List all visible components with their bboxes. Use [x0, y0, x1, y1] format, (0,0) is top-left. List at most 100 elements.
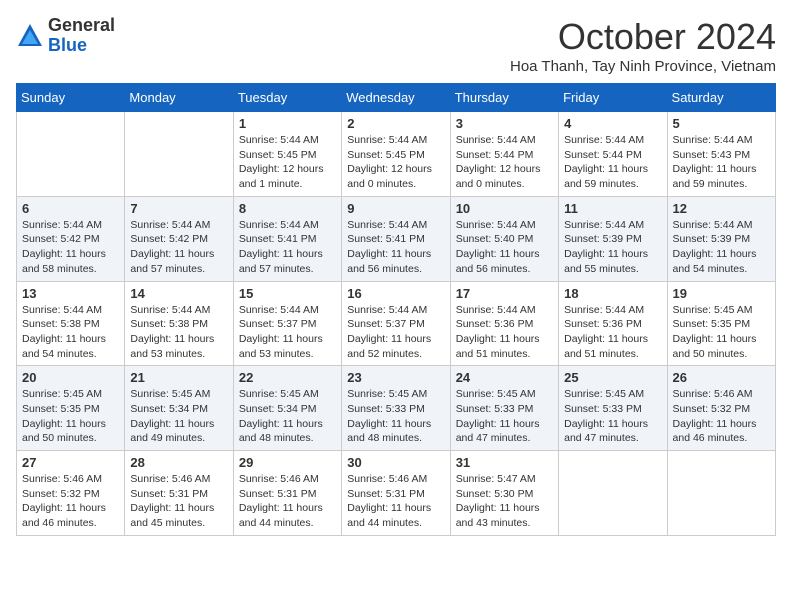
day-number: 17 — [456, 286, 553, 301]
calendar-cell: 22Sunrise: 5:45 AM Sunset: 5:34 PM Dayli… — [233, 366, 341, 451]
weekday-header-sunday: Sunday — [17, 84, 125, 112]
calendar-cell: 28 Sunrise: 5:46 AM Sunset: 5:31 PM Dayli… — [125, 451, 233, 536]
day-number: 30 — [347, 455, 444, 470]
calendar-cell: 18Sunrise: 5:44 AM Sunset: 5:36 PM Dayli… — [559, 281, 667, 366]
day-info: Sunrise: 5:44 AM Sunset: 5:37 PM Dayligh… — [239, 303, 336, 362]
day-number: 14 — [130, 286, 227, 301]
day-info: Sunrise: 5:44 AM Sunset: 5:36 PM Dayligh… — [564, 303, 661, 362]
month-title: October 2024 — [510, 16, 776, 58]
day-number: 22 — [239, 370, 336, 385]
calendar-cell: 29Sunrise: 5:46 AM Sunset: 5:31 PM Dayli… — [233, 451, 341, 536]
day-number: 27 — [22, 455, 119, 470]
calendar-table: SundayMondayTuesdayWednesdayThursdayFrid… — [16, 83, 776, 536]
day-info: Sunrise: 5:45 AM Sunset: 5:33 PM Dayligh… — [347, 387, 444, 446]
calendar-week-2: 6 Sunrise: 5:44 AM Sunset: 5:42 PM Daylig… — [17, 196, 776, 281]
day-number: 29 — [239, 455, 336, 470]
logo-general-text: General — [48, 15, 115, 35]
day-info: Sunrise: 5:46 AM Sunset: 5:31 PM Dayligh… — [130, 472, 227, 531]
day-number: 15 — [239, 286, 336, 301]
day-info: Sunrise: 5:44 AM Sunset: 5:44 PM Dayligh… — [456, 133, 553, 192]
day-number: 9 — [347, 201, 444, 216]
logo-icon — [16, 22, 44, 50]
calendar-cell — [667, 451, 775, 536]
day-info: Sunrise: 5:44 AM Sunset: 5:38 PM Dayligh… — [130, 303, 227, 362]
calendar-body: 1 Sunrise: 5:44 AM Sunset: 5:45 PM Daylig… — [17, 112, 776, 536]
calendar-cell: 31 Sunrise: 5:47 AM Sunset: 5:30 PM Dayli… — [450, 451, 558, 536]
calendar-cell: 23Sunrise: 5:45 AM Sunset: 5:33 PM Dayli… — [342, 366, 450, 451]
day-info: Sunrise: 5:45 AM Sunset: 5:33 PM Dayligh… — [564, 387, 661, 446]
weekday-header-monday: Monday — [125, 84, 233, 112]
logo: General Blue — [16, 16, 115, 56]
calendar-cell: 20Sunrise: 5:45 AM Sunset: 5:35 PM Dayli… — [17, 366, 125, 451]
calendar-cell: 10 Sunrise: 5:44 AM Sunset: 5:40 PM Dayli… — [450, 196, 558, 281]
day-number: 4 — [564, 116, 661, 131]
logo-blue-text: Blue — [48, 35, 87, 55]
day-info: Sunrise: 5:44 AM Sunset: 5:41 PM Dayligh… — [239, 218, 336, 277]
title-block: October 2024 Hoa Thanh, Tay Ninh Provinc… — [510, 16, 776, 75]
day-number: 28 — [130, 455, 227, 470]
day-info: Sunrise: 5:44 AM Sunset: 5:40 PM Dayligh… — [456, 218, 553, 277]
calendar-week-5: 27Sunrise: 5:46 AM Sunset: 5:32 PM Dayli… — [17, 451, 776, 536]
day-number: 19 — [673, 286, 770, 301]
day-number: 31 — [456, 455, 553, 470]
calendar-cell: 5Sunrise: 5:44 AM Sunset: 5:43 PM Daylig… — [667, 112, 775, 197]
day-number: 3 — [456, 116, 553, 131]
day-info: Sunrise: 5:45 AM Sunset: 5:33 PM Dayligh… — [456, 387, 553, 446]
day-info: Sunrise: 5:44 AM Sunset: 5:44 PM Dayligh… — [564, 133, 661, 192]
weekday-header-wednesday: Wednesday — [342, 84, 450, 112]
day-number: 8 — [239, 201, 336, 216]
weekday-header-friday: Friday — [559, 84, 667, 112]
day-number: 12 — [673, 201, 770, 216]
calendar-cell: 24 Sunrise: 5:45 AM Sunset: 5:33 PM Dayli… — [450, 366, 558, 451]
calendar-week-3: 13 Sunrise: 5:44 AM Sunset: 5:38 PM Dayli… — [17, 281, 776, 366]
calendar-cell: 21 Sunrise: 5:45 AM Sunset: 5:34 PM Dayli… — [125, 366, 233, 451]
weekday-header-saturday: Saturday — [667, 84, 775, 112]
day-info: Sunrise: 5:44 AM Sunset: 5:45 PM Dayligh… — [239, 133, 336, 192]
calendar-cell: 27Sunrise: 5:46 AM Sunset: 5:32 PM Dayli… — [17, 451, 125, 536]
logo-text: General Blue — [48, 16, 115, 56]
day-number: 13 — [22, 286, 119, 301]
day-number: 10 — [456, 201, 553, 216]
day-info: Sunrise: 5:45 AM Sunset: 5:35 PM Dayligh… — [673, 303, 770, 362]
day-info: Sunrise: 5:44 AM Sunset: 5:41 PM Dayligh… — [347, 218, 444, 277]
day-info: Sunrise: 5:46 AM Sunset: 5:32 PM Dayligh… — [673, 387, 770, 446]
calendar-cell: 19 Sunrise: 5:45 AM Sunset: 5:35 PM Dayli… — [667, 281, 775, 366]
calendar-cell: 7Sunrise: 5:44 AM Sunset: 5:42 PM Daylig… — [125, 196, 233, 281]
calendar-cell: 6 Sunrise: 5:44 AM Sunset: 5:42 PM Daylig… — [17, 196, 125, 281]
day-number: 6 — [22, 201, 119, 216]
day-number: 11 — [564, 201, 661, 216]
calendar-cell: 15 Sunrise: 5:44 AM Sunset: 5:37 PM Dayli… — [233, 281, 341, 366]
day-info: Sunrise: 5:44 AM Sunset: 5:45 PM Dayligh… — [347, 133, 444, 192]
calendar-cell: 25Sunrise: 5:45 AM Sunset: 5:33 PM Dayli… — [559, 366, 667, 451]
calendar-cell — [17, 112, 125, 197]
day-number: 20 — [22, 370, 119, 385]
calendar-cell: 4 Sunrise: 5:44 AM Sunset: 5:44 PM Daylig… — [559, 112, 667, 197]
day-info: Sunrise: 5:45 AM Sunset: 5:34 PM Dayligh… — [130, 387, 227, 446]
day-number: 1 — [239, 116, 336, 131]
day-info: Sunrise: 5:46 AM Sunset: 5:31 PM Dayligh… — [347, 472, 444, 531]
day-number: 26 — [673, 370, 770, 385]
day-info: Sunrise: 5:44 AM Sunset: 5:42 PM Dayligh… — [22, 218, 119, 277]
calendar-cell — [125, 112, 233, 197]
calendar-header: SundayMondayTuesdayWednesdayThursdayFrid… — [17, 84, 776, 112]
calendar-cell: 14 Sunrise: 5:44 AM Sunset: 5:38 PM Dayli… — [125, 281, 233, 366]
weekday-header-thursday: Thursday — [450, 84, 558, 112]
weekday-header-tuesday: Tuesday — [233, 84, 341, 112]
day-info: Sunrise: 5:44 AM Sunset: 5:37 PM Dayligh… — [347, 303, 444, 362]
calendar-cell — [559, 451, 667, 536]
day-number: 21 — [130, 370, 227, 385]
calendar-week-1: 1 Sunrise: 5:44 AM Sunset: 5:45 PM Daylig… — [17, 112, 776, 197]
page-header: General Blue October 2024 Hoa Thanh, Tay… — [16, 16, 776, 75]
calendar-cell: 1 Sunrise: 5:44 AM Sunset: 5:45 PM Daylig… — [233, 112, 341, 197]
day-info: Sunrise: 5:47 AM Sunset: 5:30 PM Dayligh… — [456, 472, 553, 531]
day-info: Sunrise: 5:44 AM Sunset: 5:38 PM Dayligh… — [22, 303, 119, 362]
calendar-cell: 30 Sunrise: 5:46 AM Sunset: 5:31 PM Dayli… — [342, 451, 450, 536]
calendar-cell: 12Sunrise: 5:44 AM Sunset: 5:39 PM Dayli… — [667, 196, 775, 281]
calendar-cell: 2Sunrise: 5:44 AM Sunset: 5:45 PM Daylig… — [342, 112, 450, 197]
day-info: Sunrise: 5:44 AM Sunset: 5:39 PM Dayligh… — [564, 218, 661, 277]
day-number: 7 — [130, 201, 227, 216]
day-number: 24 — [456, 370, 553, 385]
day-number: 16 — [347, 286, 444, 301]
calendar-cell: 26 Sunrise: 5:46 AM Sunset: 5:32 PM Dayli… — [667, 366, 775, 451]
calendar-cell: 8 Sunrise: 5:44 AM Sunset: 5:41 PM Daylig… — [233, 196, 341, 281]
